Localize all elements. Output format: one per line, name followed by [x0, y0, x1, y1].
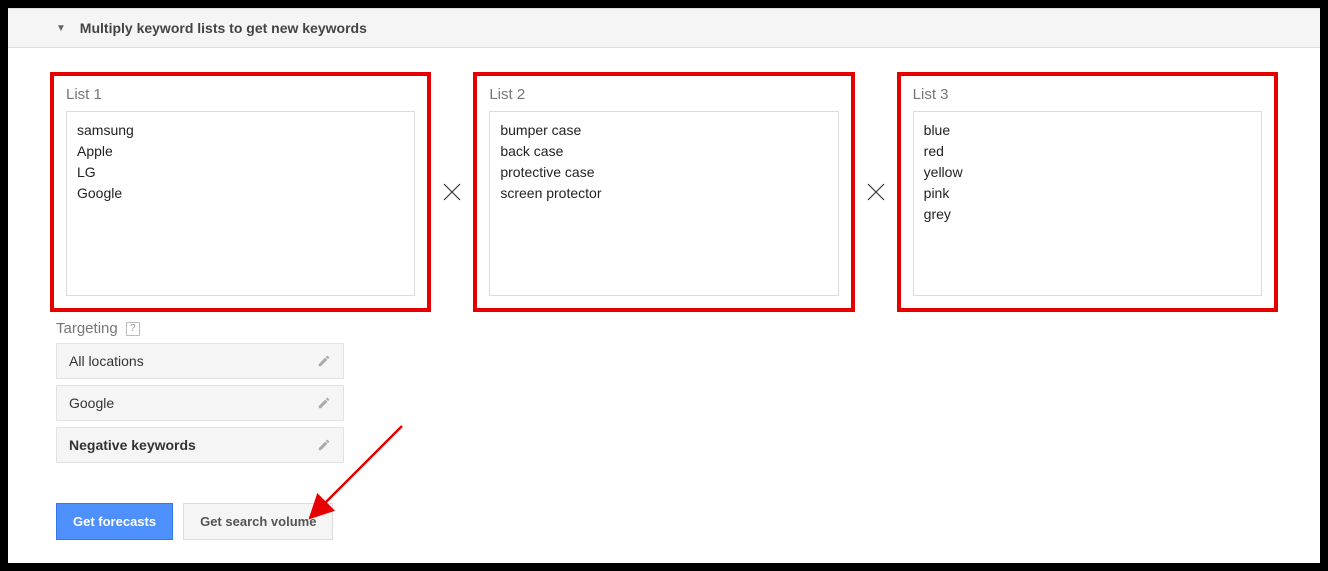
list-box-1: List 1 — [50, 72, 431, 312]
panel-title: Multiply keyword lists to get new keywor… — [80, 20, 367, 36]
list-1-label: List 1 — [66, 86, 415, 103]
list-1-textarea[interactable] — [66, 111, 415, 296]
list-2-label: List 2 — [489, 86, 838, 103]
targeting-label: Targeting — [56, 320, 118, 337]
list-3-textarea[interactable] — [913, 111, 1262, 296]
list-box-2: List 2 — [473, 72, 854, 312]
multiply-icon — [439, 179, 465, 205]
list-2-textarea[interactable] — [489, 111, 838, 296]
multiply-icon — [863, 179, 889, 205]
help-icon[interactable]: ? — [126, 322, 140, 336]
targeting-section: Targeting ? All locations Google Negativ… — [56, 320, 344, 463]
targeting-locations-label: All locations — [69, 353, 144, 369]
keyword-lists-row: List 1 List 2 List 3 — [20, 70, 1308, 312]
targeting-network-label: Google — [69, 395, 114, 411]
app-container: ▼ Multiply keyword lists to get new keyw… — [8, 8, 1320, 563]
targeting-negative-label: Negative keywords — [69, 437, 196, 453]
pencil-icon — [317, 438, 331, 452]
panel-header[interactable]: ▼ Multiply keyword lists to get new keyw… — [8, 8, 1320, 48]
get-search-volume-button[interactable]: Get search volume — [183, 503, 333, 540]
get-forecasts-button[interactable]: Get forecasts — [56, 503, 173, 540]
targeting-title-row: Targeting ? — [56, 320, 344, 337]
targeting-locations-row[interactable]: All locations — [56, 343, 344, 379]
targeting-network-row[interactable]: Google — [56, 385, 344, 421]
chevron-down-icon: ▼ — [56, 23, 66, 34]
list-box-3: List 3 — [897, 72, 1278, 312]
list-3-label: List 3 — [913, 86, 1262, 103]
pencil-icon — [317, 396, 331, 410]
pencil-icon — [317, 354, 331, 368]
targeting-negative-row[interactable]: Negative keywords — [56, 427, 344, 463]
action-buttons-row: Get forecasts Get search volume — [56, 503, 1308, 540]
